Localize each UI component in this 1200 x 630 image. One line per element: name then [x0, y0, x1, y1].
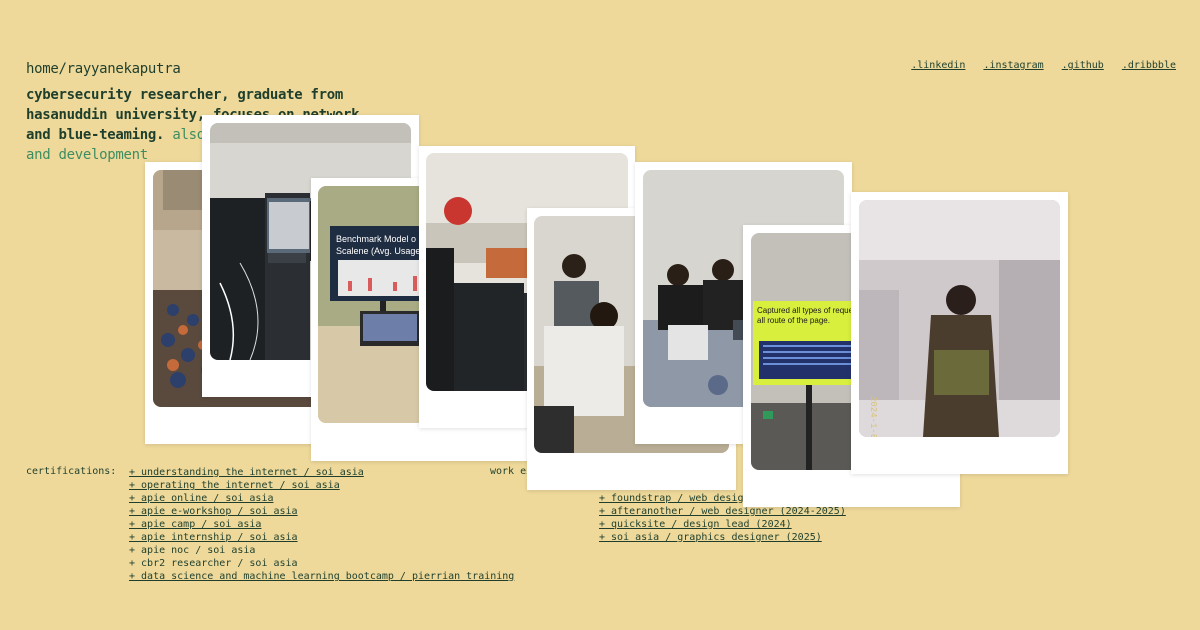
work-label: work ex — [490, 466, 533, 477]
list-item: + apie camp / soi asia — [129, 518, 514, 531]
cert-text: + apie noc / soi asia — [129, 545, 256, 556]
list-item: + soi asia / graphics designer (2025) — [599, 531, 846, 544]
social-link-linkedin[interactable]: .linkedin — [911, 60, 965, 71]
social-link-dribbble[interactable]: .dribbble — [1122, 60, 1176, 71]
hallway-photo: 2024-1-8 — [859, 200, 1060, 437]
work-link[interactable]: + foundstrap / web designer — [599, 493, 762, 504]
tv-slide-line1: Captured all types of request t — [757, 306, 865, 315]
certifications-list: + understanding the internet / soi asia … — [129, 466, 514, 583]
tv-slide-line2: all route of the page. — [757, 316, 830, 325]
cert-link[interactable]: + apie internship / soi asia — [129, 532, 298, 543]
slide-title-line2: Scalene (Avg. Usage — [336, 246, 420, 256]
bio-extra: also — [164, 127, 205, 143]
breadcrumb-path: home/rayyanekaputra — [26, 61, 181, 77]
cert-link[interactable]: + operating the internet / soi asia — [129, 480, 340, 491]
cert-link[interactable]: + data science and machine learning boot… — [129, 571, 514, 582]
bio-extra-line: and development _ — [26, 147, 165, 163]
list-item: + operating the internet / soi asia — [129, 479, 514, 492]
photo-date-stamp: 2024-1-8 — [868, 396, 878, 437]
photo-card-hallway[interactable]: 2024-1-8 — [851, 192, 1068, 474]
list-item: + apie internship / soi asia — [129, 531, 514, 544]
social-link-github[interactable]: .github — [1062, 60, 1104, 71]
cert-link[interactable]: + apie online / soi asia — [129, 493, 274, 504]
social-link-instagram[interactable]: .instagram — [983, 60, 1043, 71]
list-item: + cbr2 researcher / soi asia — [129, 557, 514, 570]
cert-text: + cbr2 researcher / soi asia — [129, 558, 298, 569]
social-links: .linkedin .instagram .github .dribbble — [911, 60, 1176, 71]
certifications-label: certifications: — [26, 466, 117, 477]
list-item: + apie e-workshop / soi asia — [129, 505, 514, 518]
list-item: + apie noc / soi asia — [129, 544, 514, 557]
slide-title-line1: Benchmark Model o — [336, 234, 416, 244]
list-item: + understanding the internet / soi asia — [129, 466, 514, 479]
cert-link[interactable]: + apie camp / soi asia — [129, 519, 261, 530]
work-link[interactable]: + quicksite / design lead (2024) — [599, 519, 792, 530]
list-item: + apie online / soi asia — [129, 492, 514, 505]
work-link[interactable]: + soi asia / graphics designer (2025) — [599, 532, 822, 543]
list-item: + quicksite / design lead (2024) — [599, 518, 846, 531]
work-link[interactable]: + afteranother / web designer (2024-2025… — [599, 506, 846, 517]
cert-link[interactable]: + apie e-workshop / soi asia — [129, 506, 298, 517]
cert-link[interactable]: + understanding the internet / soi asia — [129, 467, 364, 478]
list-item: + data science and machine learning boot… — [129, 570, 514, 583]
